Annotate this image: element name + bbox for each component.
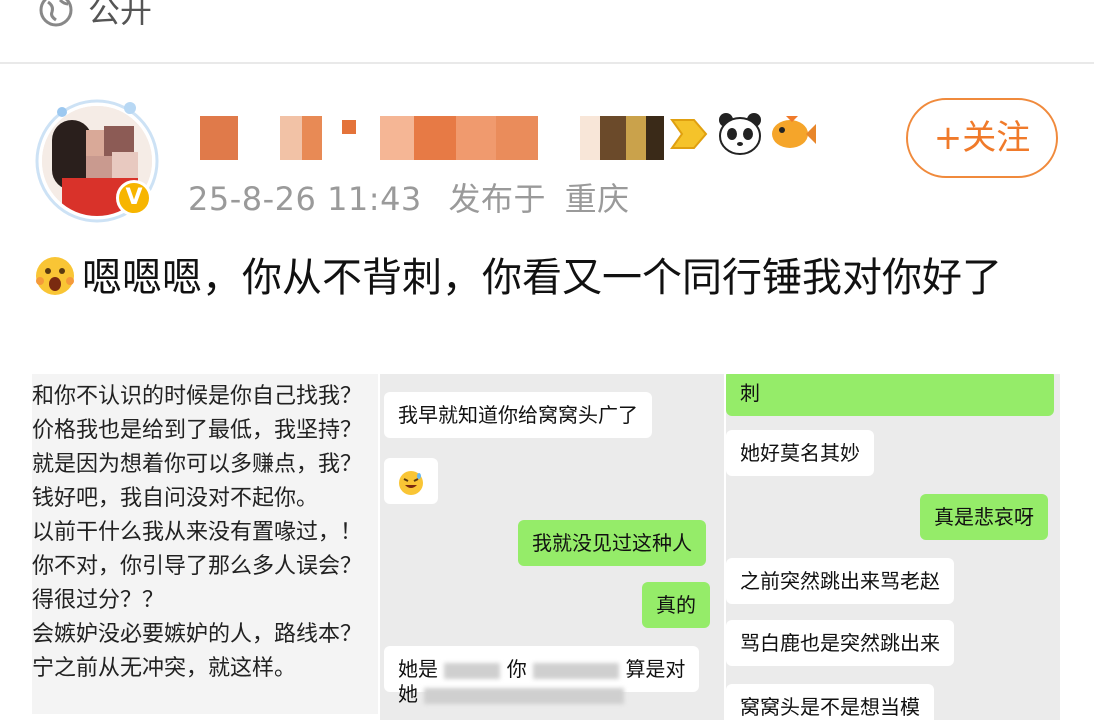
top-bar: 公开 — [0, 0, 1094, 62]
text-line: 宁之前从无冲突，就这样。 — [32, 656, 297, 681]
post-image-1[interactable]: 和你不认识的时候是你自己找我？ 价格我也是给到了最低，我坚持？ 就是因为想着你可… — [32, 374, 378, 714]
surprised-face-emoji-icon — [36, 257, 74, 295]
post-timestamp: 25-8-26 11:43 — [188, 180, 422, 218]
text-line: 钱好吧，我自问没对不起你。 — [32, 486, 319, 511]
text-line: 得很过分？？ — [32, 588, 165, 613]
panda-icon — [719, 113, 761, 155]
text-line: 价格我也是给到了最低，我坚持？ — [32, 418, 363, 443]
verified-badge: V — [116, 180, 152, 216]
author-name-redacted[interactable] — [196, 116, 696, 162]
post-text: 嗯嗯嗯，你从不背刺，你看又一个同行锤我对你好了 — [82, 255, 1002, 301]
post-meta: 25-8-26 11:43 发布于 重庆 — [188, 174, 630, 220]
chat-bubble: 她好莫名其妙 — [726, 430, 874, 476]
chat-bubble: 我早就知道你给窝窝头广了 — [384, 392, 652, 438]
post-image-3[interactable]: 刺 她好莫名其妙 真是悲哀呀 之前突然跳出来骂老赵 骂白鹿也是突然跳出来 窝窝头… — [726, 374, 1060, 720]
gold-badge-icon — [670, 119, 708, 149]
text-line: 就是因为想着你可以多赚点，我？ — [32, 452, 363, 477]
chat-bubble: 刺 — [726, 374, 1054, 416]
chat-bubble: 真是悲哀呀 — [920, 494, 1048, 540]
chat-bubble: 真的 — [642, 582, 710, 628]
chat-bubble: 之前突然跳出来骂老赵 — [726, 558, 954, 604]
text-line: 会嫉妒没必要嫉妒的人，路线本？ — [32, 622, 363, 647]
author-avatar[interactable]: V — [34, 98, 160, 224]
post-location: 重庆 — [564, 180, 630, 218]
fish-icon — [772, 116, 816, 148]
text-line: 以前干什么我从来没有置喙过，！ — [32, 520, 363, 545]
divider — [0, 62, 1094, 64]
chat-bubble: 骂白鹿也是突然跳出来 — [726, 620, 954, 666]
redacted-text — [424, 687, 625, 704]
text-line: 和你不认识的时候是你自己找我？ — [32, 384, 363, 409]
location-prefix: 发布于 — [448, 180, 546, 218]
chat-text: 她 — [398, 682, 418, 706]
chat-bubble: 我就没见过这种人 — [518, 520, 706, 566]
post-body: 嗯嗯嗯，你从不背刺，你看又一个同行锤我对你好了 — [34, 246, 1064, 310]
follow-button[interactable]: +关注 — [906, 98, 1058, 178]
visibility-label: 公开 — [88, 0, 153, 30]
chat-bubble: 窝窝头是不是想当模 — [726, 684, 934, 720]
chat-bubble: 她 — [384, 674, 638, 714]
text-line: 你不对，你引导了那么多人误会？ — [32, 554, 363, 579]
sweat-smile-emoji-icon — [399, 470, 423, 495]
globe-icon — [39, 0, 73, 27]
chat-bubble-emoji — [384, 458, 438, 504]
post-image-2[interactable]: 我早就知道你给窝窝头广了 我就没见过这种人 真的 她是 你 算是对 她 — [380, 374, 724, 720]
